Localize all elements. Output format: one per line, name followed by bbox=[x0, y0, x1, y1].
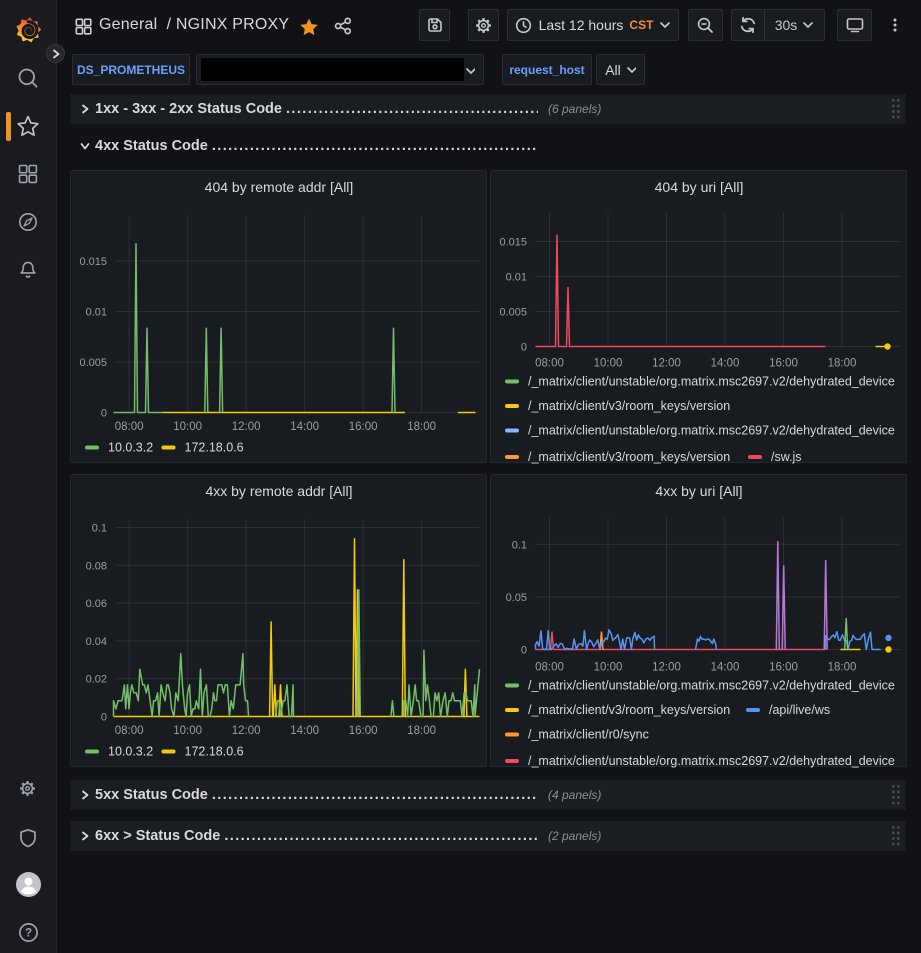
svg-text:16:00: 16:00 bbox=[349, 725, 378, 737]
svg-text:14:00: 14:00 bbox=[711, 662, 740, 674]
svg-text:0.1: 0.1 bbox=[512, 539, 527, 551]
svg-text:0.05: 0.05 bbox=[506, 592, 527, 604]
svg-text:18:00: 18:00 bbox=[828, 662, 857, 674]
svg-text:/_matrix/client/v3/room_keys/v: /_matrix/client/v3/room_keys/version bbox=[528, 450, 730, 464]
svg-text:/_matrix/client/unstable/org.m: /_matrix/client/unstable/org.matrix.msc2… bbox=[528, 424, 895, 438]
svg-text:0.005: 0.005 bbox=[79, 357, 107, 369]
svg-text:0.04: 0.04 bbox=[86, 636, 107, 648]
svg-text:/_matrix/client/unstable/org.m: /_matrix/client/unstable/org.matrix.msc2… bbox=[528, 754, 895, 768]
svg-text:12:00: 12:00 bbox=[232, 421, 261, 433]
svg-text:14:00: 14:00 bbox=[711, 358, 740, 370]
svg-text:0.015: 0.015 bbox=[79, 256, 107, 268]
svg-text:14:00: 14:00 bbox=[290, 725, 319, 737]
svg-text:/_matrix/client/unstable/org.m: /_matrix/client/unstable/org.matrix.msc2… bbox=[528, 679, 895, 693]
svg-text:4xx by remote addr [All]: 4xx by remote addr [All] bbox=[205, 483, 352, 499]
svg-text:0.1: 0.1 bbox=[92, 523, 107, 535]
svg-text:/_matrix/client/unstable/org.m: /_matrix/client/unstable/org.matrix.msc2… bbox=[528, 375, 895, 389]
svg-text:0.005: 0.005 bbox=[499, 307, 527, 319]
svg-text:0.015: 0.015 bbox=[499, 237, 527, 249]
svg-text:12:00: 12:00 bbox=[652, 358, 681, 370]
svg-text:0: 0 bbox=[101, 712, 107, 724]
svg-text:4xx by uri [All]: 4xx by uri [All] bbox=[655, 483, 742, 499]
svg-text:10:00: 10:00 bbox=[594, 358, 623, 370]
svg-text:14:00: 14:00 bbox=[290, 421, 319, 433]
svg-text:16:00: 16:00 bbox=[349, 421, 378, 433]
svg-text:404 by uri [All]: 404 by uri [All] bbox=[655, 179, 744, 195]
svg-text:0.06: 0.06 bbox=[86, 598, 107, 610]
svg-text:12:00: 12:00 bbox=[652, 662, 681, 674]
svg-text:0.01: 0.01 bbox=[86, 307, 107, 319]
svg-text:?: ? bbox=[24, 928, 31, 940]
svg-text:16:00: 16:00 bbox=[769, 358, 798, 370]
svg-text:0.08: 0.08 bbox=[86, 560, 107, 572]
svg-text:/_matrix/client/v3/room_keys/v: /_matrix/client/v3/room_keys/version bbox=[528, 399, 730, 413]
svg-text:08:00: 08:00 bbox=[115, 421, 144, 433]
svg-text:18:00: 18:00 bbox=[407, 725, 436, 737]
svg-text:08:00: 08:00 bbox=[115, 725, 144, 737]
svg-text:10:00: 10:00 bbox=[594, 662, 623, 674]
svg-text:0.02: 0.02 bbox=[86, 674, 107, 686]
svg-text:404 by remote addr [All]: 404 by remote addr [All] bbox=[205, 179, 354, 195]
svg-text:10:00: 10:00 bbox=[173, 725, 202, 737]
svg-text:12:00: 12:00 bbox=[232, 725, 261, 737]
svg-text:0.01: 0.01 bbox=[506, 272, 527, 284]
svg-text:/_matrix/client/r0/sync: /_matrix/client/r0/sync bbox=[528, 728, 649, 742]
svg-text:172.18.0.6: 172.18.0.6 bbox=[185, 745, 244, 759]
svg-text:0: 0 bbox=[521, 342, 527, 354]
svg-text:/_matrix/client/v3/room_keys/v: /_matrix/client/v3/room_keys/version bbox=[528, 703, 730, 717]
svg-text:08:00: 08:00 bbox=[535, 358, 564, 370]
svg-text:0: 0 bbox=[101, 408, 107, 420]
svg-text:18:00: 18:00 bbox=[828, 358, 857, 370]
svg-text:10:00: 10:00 bbox=[173, 421, 202, 433]
svg-text:10.0.3.2: 10.0.3.2 bbox=[108, 441, 153, 455]
svg-text:172.18.0.6: 172.18.0.6 bbox=[185, 441, 244, 455]
svg-text:/api/live/ws: /api/live/ws bbox=[769, 703, 830, 717]
svg-text:16:00: 16:00 bbox=[769, 662, 798, 674]
svg-text:0: 0 bbox=[521, 645, 527, 657]
svg-text:18:00: 18:00 bbox=[407, 421, 436, 433]
svg-text:/sw.js: /sw.js bbox=[771, 450, 802, 464]
svg-text:10.0.3.2: 10.0.3.2 bbox=[108, 745, 153, 759]
svg-text:08:00: 08:00 bbox=[535, 662, 564, 674]
